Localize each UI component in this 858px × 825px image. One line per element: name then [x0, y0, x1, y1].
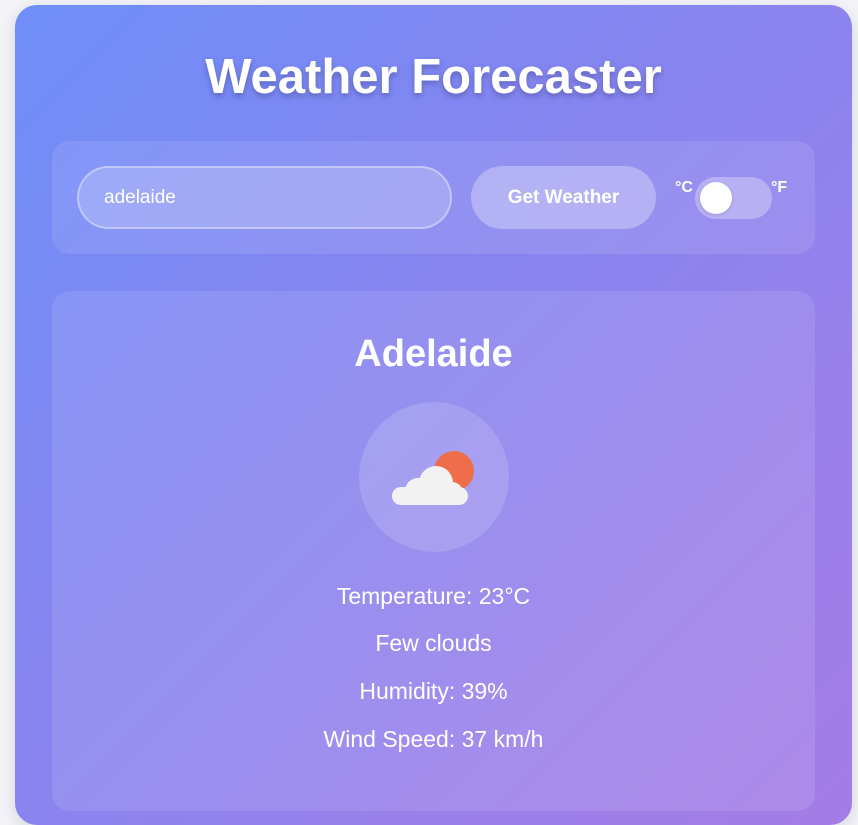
get-weather-button[interactable]: Get Weather	[471, 166, 656, 229]
fahrenheit-label: °F	[771, 179, 788, 196]
weather-description: Few clouds	[375, 630, 492, 656]
wind-speed-text: Wind Speed: 37 km/h	[323, 726, 544, 752]
weather-icon-container	[359, 402, 509, 552]
city-name: Adelaide	[354, 333, 513, 375]
celsius-label: °C	[675, 179, 693, 196]
unit-toggle-switch[interactable]	[695, 177, 772, 219]
few-clouds-icon	[392, 451, 474, 505]
app-title: Weather Forecaster	[205, 50, 662, 104]
weather-result-panel: Adelaide Temperature: 23°C Few clouds Hu…	[52, 291, 815, 811]
humidity-text: Humidity: 39%	[359, 678, 508, 704]
city-search-input[interactable]	[77, 166, 452, 229]
weather-app-card: Weather Forecaster Get Weather °C °F Ade…	[15, 5, 852, 825]
search-panel: Get Weather °C °F	[52, 141, 815, 254]
toggle-knob	[700, 182, 732, 214]
temperature-text: Temperature: 23°C	[336, 583, 531, 609]
